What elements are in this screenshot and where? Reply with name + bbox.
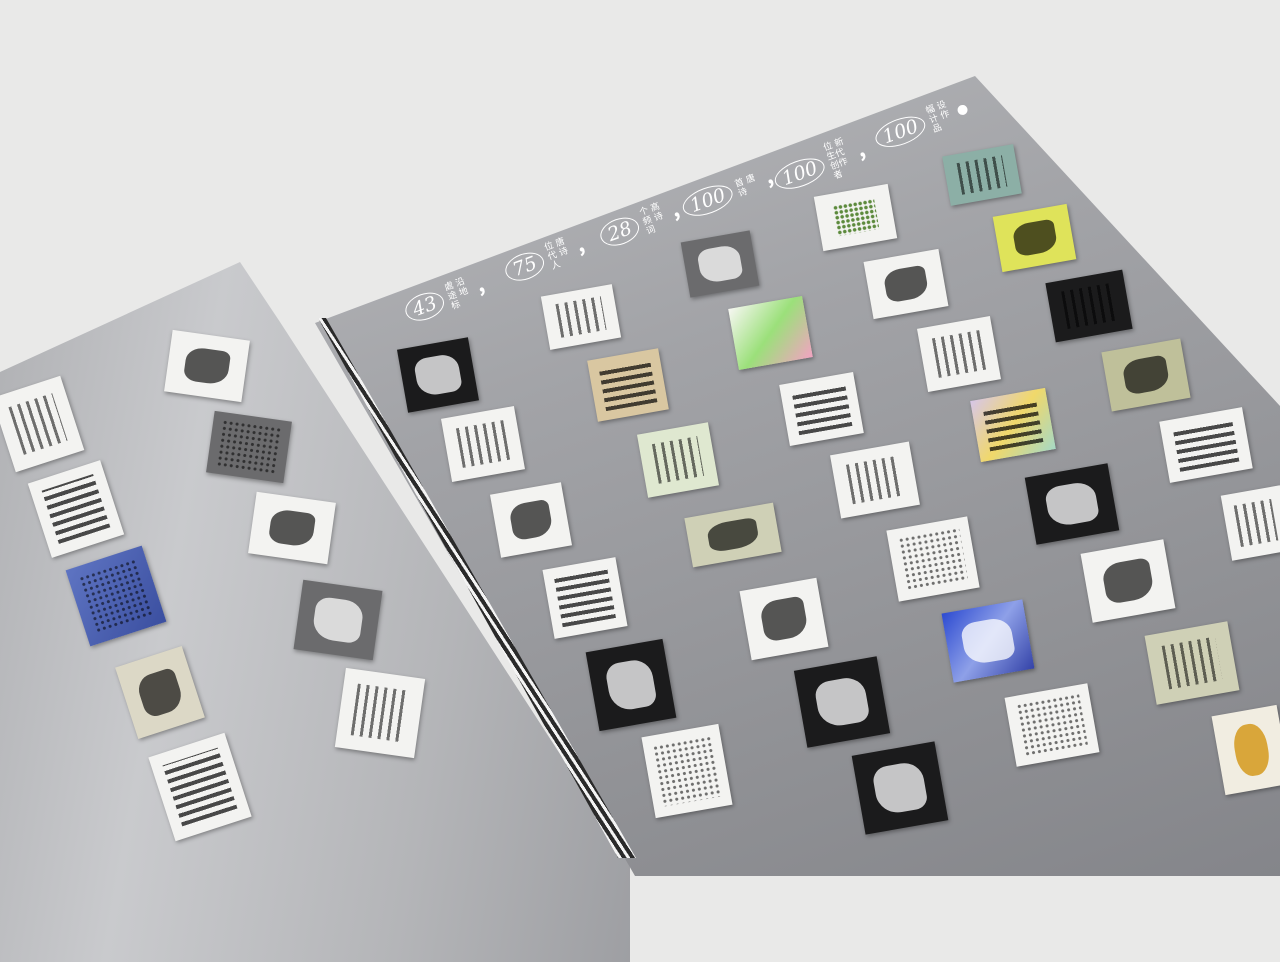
thumbnail-artwork <box>641 723 733 819</box>
thumbnail-artwork <box>164 329 250 403</box>
thumbnail-artwork <box>851 741 949 835</box>
thumbnail-artwork <box>917 316 1001 392</box>
thumbnail-artwork <box>1144 621 1240 705</box>
thumbnail-artwork <box>739 577 829 661</box>
thumbnail-artwork <box>830 441 920 519</box>
thumbnail-artwork <box>441 406 525 482</box>
thumbnail-artwork <box>489 482 573 558</box>
thumbnail-artwork <box>542 557 628 639</box>
thumbnail-artwork <box>1220 485 1280 561</box>
thumbnail-artwork <box>587 348 669 422</box>
thumbnail-artwork <box>941 599 1035 683</box>
thumbnail-artwork <box>970 387 1056 463</box>
thumbnail-artwork <box>636 422 720 498</box>
thumbnail-artwork <box>793 656 891 748</box>
thumbnail-artwork <box>680 230 760 298</box>
magazine-spread: 43 處 沿途 地标 ， 75 位 唐代 诗人 ， 28 个 高频 诗词 ， 1… <box>0 0 1280 962</box>
thumbnail-artwork <box>293 579 383 661</box>
thumbnail-artwork <box>334 667 426 759</box>
thumbnail-artwork <box>206 410 292 484</box>
thumbnail-artwork <box>886 516 980 602</box>
thumbnail-artwork <box>779 371 864 447</box>
thumbnail-artwork <box>585 638 677 732</box>
thumbnail-artwork <box>248 491 336 565</box>
thumbnail-artwork <box>728 295 813 371</box>
thumbnail-artwork <box>396 337 480 413</box>
thumbnail-artwork <box>1080 539 1176 623</box>
thumbnail-artwork <box>1024 463 1120 545</box>
thumbnail-artwork <box>1004 683 1100 767</box>
